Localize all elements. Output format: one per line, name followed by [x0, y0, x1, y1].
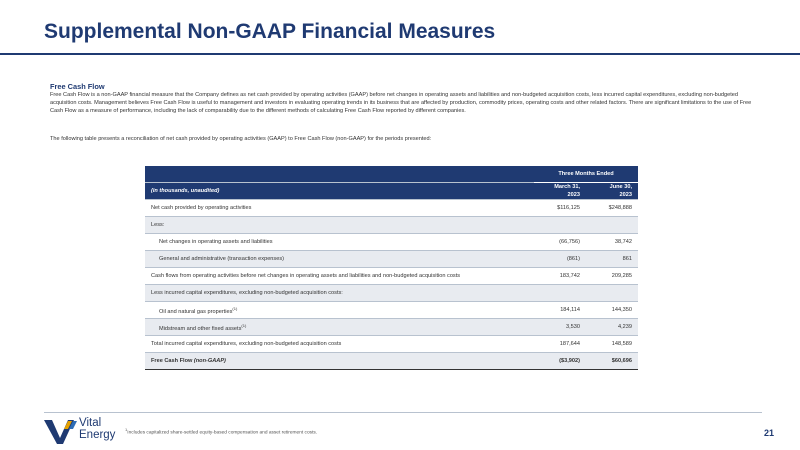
row-value-q1: 183,742 [534, 267, 586, 285]
period-header: Three Months Ended [534, 166, 638, 183]
total-value-q2: $60,696 [586, 352, 638, 370]
row-label: Less: [145, 216, 534, 234]
row-label: Net cash provided by operating activitie… [145, 199, 534, 217]
table-header-columns-row: (in thousands, unaudited) March 31, 2023 … [145, 182, 638, 200]
row-value-q1: (66,756) [534, 233, 586, 251]
footnote: 1Includes capitalized share-settled equi… [125, 427, 318, 436]
footnote-marker: (1) [241, 322, 247, 328]
footer-divider [44, 412, 762, 413]
page-number: 21 [763, 428, 774, 438]
table-row: Total incurred capital expenditures, exc… [145, 335, 638, 353]
title-divider [0, 53, 800, 55]
row-value-q1 [534, 284, 586, 302]
company-logo-text: Vital Energy [79, 417, 116, 441]
row-value-q1: 187,644 [534, 335, 586, 353]
row-value-q1: $116,125 [534, 199, 586, 217]
table-row: Net cash provided by operating activitie… [145, 199, 638, 217]
table-row: Less incurred capital expenditures, excl… [145, 284, 638, 302]
section-heading: Free Cash Flow [50, 82, 105, 91]
row-label: Total incurred capital expenditures, exc… [145, 335, 534, 353]
table-row: Cash flows from operating activities bef… [145, 267, 638, 285]
table-row: General and administrative (transaction … [145, 250, 638, 268]
table-header-period-row: Three Months Ended [145, 166, 638, 183]
total-value-q1: ($3,902) [534, 352, 586, 370]
row-value-q2: 4,239 [586, 318, 638, 336]
row-label: Less incurred capital expenditures, excl… [145, 284, 534, 302]
row-value-q2: 38,742 [586, 233, 638, 251]
row-label: General and administrative (transaction … [145, 250, 534, 268]
row-value-q1 [534, 216, 586, 234]
total-row: Free Cash Flow (non-GAAP) ($3,902) $60,6… [145, 352, 638, 370]
table-row: Less: [145, 216, 638, 234]
row-value-q2: 144,350 [586, 301, 638, 319]
row-label: Midstream and other fixed assets(1) [145, 318, 534, 336]
footnote-marker: (1) [232, 305, 238, 311]
table-intro-text: The following table presents a reconcili… [50, 136, 432, 142]
total-label: Free Cash Flow (non-GAAP) [145, 352, 534, 370]
table-row: Midstream and other fixed assets(1) 3,53… [145, 318, 638, 336]
page-title: Supplemental Non-GAAP Financial Measures [44, 20, 496, 43]
column-header-q1: March 31, 2023 [534, 182, 586, 200]
table-row: Oil and natural gas properties(1) 184,11… [145, 301, 638, 319]
row-value-q2: 861 [586, 250, 638, 268]
reconciliation-table-container: Three Months Ended (in thousands, unaudi… [145, 166, 638, 370]
units-label: (in thousands, unaudited) [145, 182, 534, 200]
row-value-q2 [586, 284, 638, 302]
row-value-q2 [586, 216, 638, 234]
row-label: Net changes in operating assets and liab… [145, 233, 534, 251]
row-value-q2: 209,285 [586, 267, 638, 285]
row-value-q1: (861) [534, 250, 586, 268]
row-value-q2: $248,888 [586, 199, 638, 217]
row-label: Oil and natural gas properties(1) [145, 301, 534, 319]
column-header-q2: June 30, 2023 [586, 182, 638, 200]
row-value-q1: 3,530 [534, 318, 586, 336]
row-label: Cash flows from operating activities bef… [145, 267, 534, 285]
row-value-q1: 184,114 [534, 301, 586, 319]
reconciliation-table: Three Months Ended (in thousands, unaudi… [145, 166, 638, 370]
row-value-q2: 148,589 [586, 335, 638, 353]
definition-paragraph: Free Cash Flow is a non-GAAP financial m… [50, 92, 752, 114]
table-row: Net changes in operating assets and liab… [145, 233, 638, 251]
